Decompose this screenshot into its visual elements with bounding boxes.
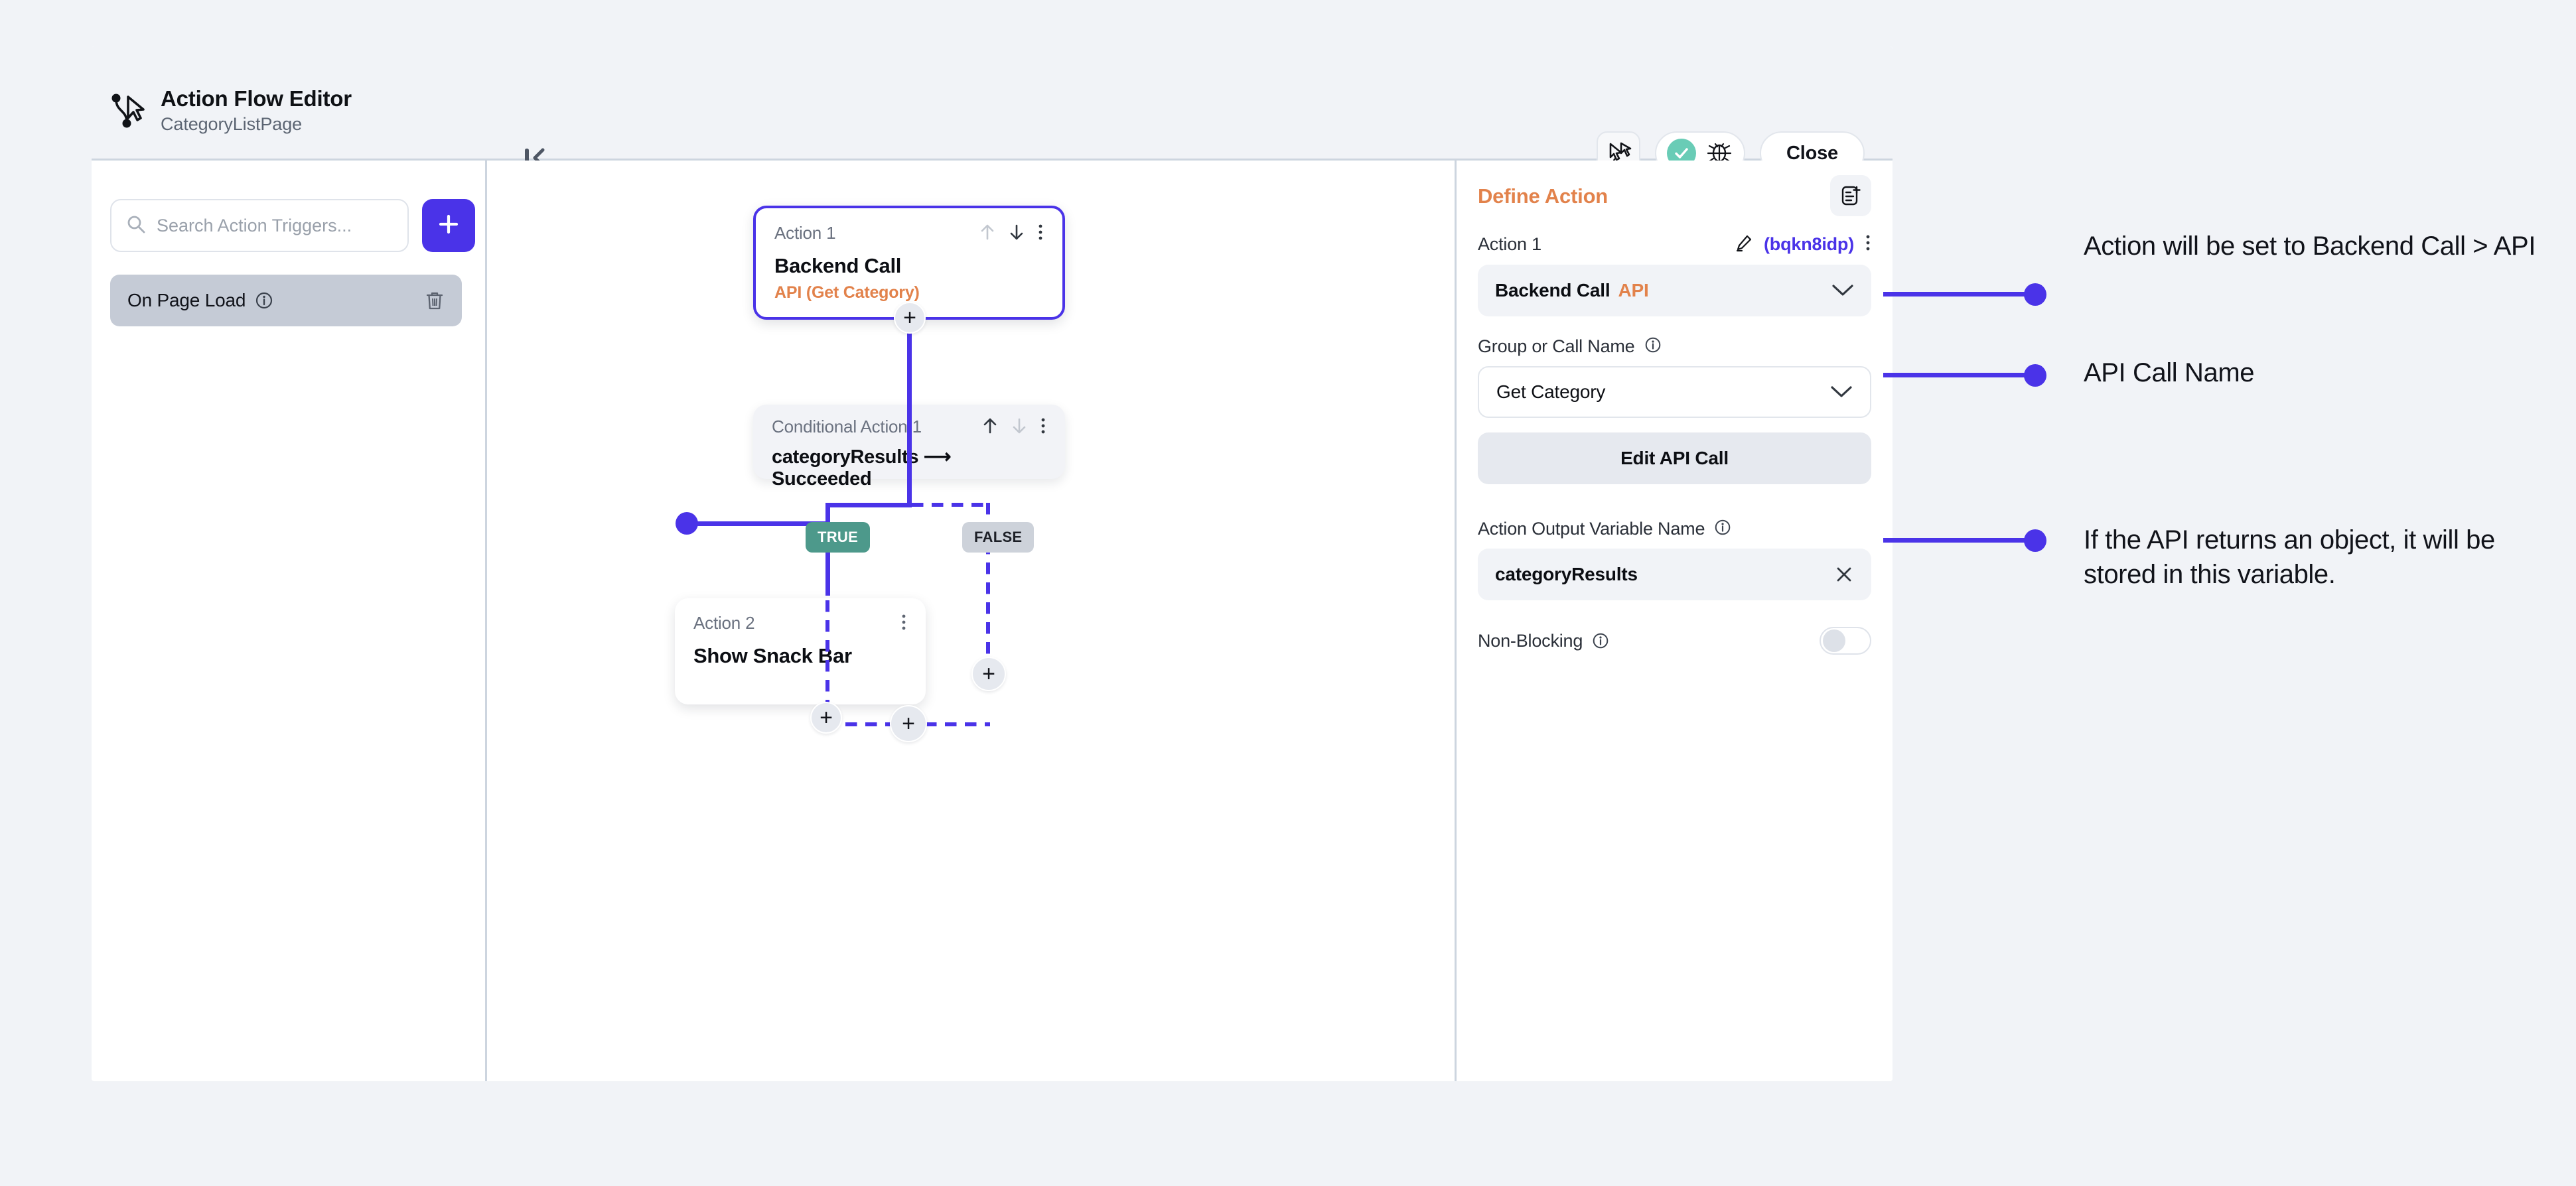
node-subtitle: API (Get Category) [774, 283, 920, 302]
callout-line-right-2 [1883, 373, 2035, 377]
node-header: Action 2 [693, 613, 907, 635]
toggle-knob [1823, 629, 1845, 652]
action-type-main: Backend Call [1495, 280, 1610, 300]
close-icon[interactable] [1834, 564, 1854, 584]
edge-conditional-down [907, 373, 912, 505]
output-variable-label-row: Action Output Variable Name [1478, 519, 1871, 539]
page-subtitle: CategoryListPage [161, 114, 303, 134]
group-name-value: Get Category [1496, 381, 1606, 402]
pencil-icon[interactable] [1735, 233, 1753, 255]
branch-badge-false: FALSE [962, 522, 1035, 553]
group-name-label-row: Group or Call Name [1478, 336, 1871, 357]
panel-header: Define Action [1478, 175, 1871, 216]
add-node-after-action-1[interactable]: + [894, 302, 926, 334]
annotation-action-type: Action will be set to Backend Call > API [2084, 231, 2536, 261]
search-input[interactable]: Search Action Triggers... [110, 199, 409, 252]
search-row: Search Action Triggers... [110, 199, 475, 252]
action-id[interactable]: (bqkn8idp) [1764, 234, 1854, 255]
node-icon-group [979, 223, 1044, 245]
annotation-api-call-name: API Call Name [2084, 358, 2255, 387]
chevron-down-icon [1831, 283, 1854, 298]
node-icon-group [981, 417, 1046, 438]
trigger-label: On Page Load [127, 290, 246, 310]
callout-dot-right-1 [2024, 283, 2046, 306]
edit-api-call-button[interactable]: Edit API Call [1478, 432, 1871, 484]
callout-dot-right-3 [2024, 529, 2046, 552]
node-header: Action 1 [774, 223, 1044, 245]
edge-true-horizontal [825, 503, 912, 507]
triggers-sidebar: Search Action Triggers... On Page Load [92, 161, 487, 1081]
node-kicker: Action 1 [774, 223, 836, 243]
screen-root: This conditional action is automatically… [0, 0, 2576, 1186]
info-icon[interactable] [255, 291, 273, 310]
group-name-select[interactable]: Get Category [1478, 366, 1871, 418]
more-vertical-icon[interactable] [1037, 223, 1044, 245]
action-label: Action 1 [1478, 234, 1541, 254]
group-name-label: Group or Call Name [1478, 336, 1635, 356]
non-blocking-toggle[interactable] [1820, 627, 1871, 655]
edge-false-horizontal [912, 503, 989, 507]
output-variable-value: categoryResults [1495, 564, 1638, 584]
action-type-accent: API [1618, 280, 1649, 300]
action-id-group: (bqkn8idp) [1735, 233, 1871, 255]
more-vertical-icon[interactable] [1040, 417, 1046, 438]
callout-line-right-3 [1883, 538, 2035, 543]
non-blocking-label: Non-Blocking [1478, 630, 1583, 651]
annotation-output-variable: If the API returns an object, it will be… [2084, 525, 2495, 589]
plus-icon: + [982, 661, 995, 687]
search-placeholder: Search Action Triggers... [157, 215, 352, 235]
info-icon[interactable] [1592, 632, 1609, 649]
node-title: Backend Call [774, 254, 902, 277]
plus-icon: + [820, 705, 833, 730]
add-node-join[interactable]: + [890, 705, 927, 742]
callout-dot-right-2 [2024, 364, 2046, 387]
output-variable-label: Action Output Variable Name [1478, 519, 1705, 539]
plus-icon [437, 213, 460, 239]
info-icon[interactable] [1644, 336, 1662, 357]
panel-title: Define Action [1478, 184, 1609, 208]
add-node-false-branch[interactable]: + [971, 657, 1006, 691]
callout-line-right-1 [1883, 292, 2035, 296]
plus-icon: + [903, 305, 916, 330]
chevron-down-icon [1830, 385, 1853, 399]
node-kicker: Conditional Action 1 [772, 417, 922, 436]
callout-dot-left [676, 512, 698, 535]
flow-node-action-2[interactable]: Action 2 Show Snack Bar [675, 598, 926, 704]
output-variable-input[interactable]: categoryResults [1478, 549, 1871, 600]
define-action-panel: Define Action Action 1 (bqkn8idp) Backen… [1455, 161, 1893, 1081]
search-icon [126, 214, 146, 237]
branch-badge-true: TRUE [806, 522, 871, 553]
node-icon-group [900, 613, 907, 635]
action-type-select[interactable]: Backend Call API [1478, 265, 1871, 316]
brand: Action Flow Editor CategoryListPage [110, 86, 352, 135]
info-icon[interactable] [1714, 519, 1731, 539]
arrow-up-icon[interactable] [981, 417, 999, 438]
flow-canvas-inner: Action 1 Backend Call API (Get Category)… [489, 161, 1453, 1081]
flow-canvas[interactable]: Action 1 Backend Call API (Get Category)… [489, 161, 1453, 1081]
node-title: Show Snack Bar [693, 644, 852, 667]
non-blocking-row: Non-Blocking [1478, 627, 1871, 655]
add-trigger-button[interactable] [422, 199, 475, 252]
arrow-down-icon[interactable] [1011, 417, 1028, 438]
add-node-after-action-2[interactable]: + [810, 702, 842, 734]
page-title: Action Flow Editor [161, 86, 352, 111]
node-kicker: Action 2 [693, 613, 755, 633]
sidebar-item-on-page-load[interactable]: On Page Load [110, 275, 462, 326]
app-header: Action Flow Editor CategoryListPage Clos… [92, 46, 1893, 175]
arrow-down-icon[interactable] [1008, 223, 1025, 245]
trash-icon[interactable] [425, 290, 445, 311]
more-vertical-icon[interactable] [900, 613, 907, 635]
action-flow-icon [110, 92, 145, 130]
arrow-up-icon[interactable] [979, 223, 996, 245]
more-vertical-icon[interactable] [1865, 233, 1871, 255]
plus-icon: + [902, 711, 915, 736]
add-document-icon[interactable] [1830, 175, 1871, 216]
app-window: Action Flow Editor CategoryListPage Clos… [92, 46, 1893, 1081]
action-id-row: Action 1 (bqkn8idp) [1478, 233, 1871, 255]
